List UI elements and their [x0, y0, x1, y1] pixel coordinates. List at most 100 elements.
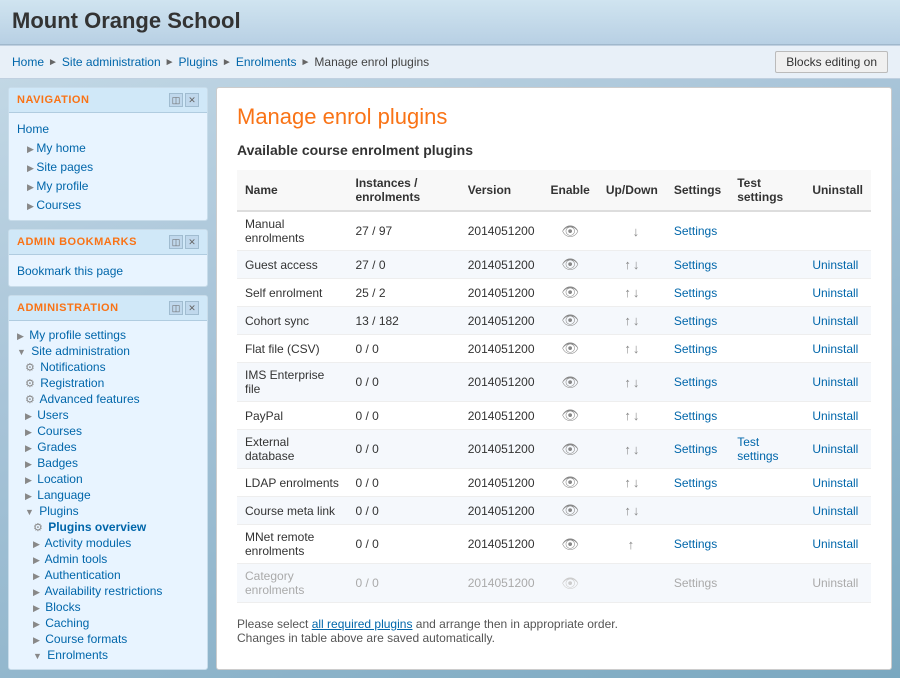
plugin-enable[interactable]: 👁: [543, 307, 598, 335]
up-arrow-button[interactable]: ↑: [624, 285, 631, 300]
nav-link-courses[interactable]: Courses: [36, 198, 81, 212]
down-arrow-button[interactable]: ↓: [633, 442, 640, 457]
up-arrow-button[interactable]: ↑: [628, 537, 635, 552]
admin-icon2[interactable]: ✕: [185, 301, 199, 315]
admin-link-authentication[interactable]: Authentication: [45, 568, 121, 582]
breadcrumb-site-admin[interactable]: Site administration: [62, 55, 161, 69]
nav-link-myprofile[interactable]: My profile: [36, 179, 88, 193]
down-arrow-button[interactable]: ↓: [633, 313, 640, 328]
plugin-enable[interactable]: 👁: [543, 363, 598, 402]
admin-link-plugins-overview[interactable]: Plugins overview: [48, 520, 146, 534]
eye-icon[interactable]: 👁: [561, 474, 579, 490]
admin-link-badges[interactable]: Badges: [37, 456, 78, 470]
settings-link[interactable]: Settings: [674, 476, 717, 490]
eye-icon[interactable]: 👁: [561, 407, 579, 423]
up-arrow-button[interactable]: ↑: [624, 442, 631, 457]
admin-link-site-admin[interactable]: Site administration: [31, 344, 130, 358]
nav-link-sitepages[interactable]: Site pages: [36, 160, 93, 174]
uninstall-link[interactable]: Uninstall: [812, 314, 858, 328]
bookmarks-icon1[interactable]: ◫: [169, 235, 183, 249]
down-arrow-button[interactable]: ↓: [633, 408, 640, 423]
uninstall-link[interactable]: Uninstall: [812, 258, 858, 272]
down-arrow-button[interactable]: ↓: [633, 341, 640, 356]
breadcrumb-plugins[interactable]: Plugins: [179, 55, 218, 69]
admin-link-registration[interactable]: Registration: [40, 376, 104, 390]
plugin-enable[interactable]: 👁: [543, 525, 598, 564]
nav-block-icon1[interactable]: ◫: [169, 93, 183, 107]
test-settings-link[interactable]: Test settings: [737, 435, 778, 463]
plugin-enable[interactable]: 👁: [543, 335, 598, 363]
admin-link-enrolments[interactable]: Enrolments: [47, 648, 108, 662]
up-arrow-button[interactable]: ↑: [624, 257, 631, 272]
settings-link[interactable]: Settings: [674, 409, 717, 423]
nav-link-home[interactable]: Home: [17, 122, 49, 136]
plugin-enable[interactable]: 👁: [543, 251, 598, 279]
uninstall-link[interactable]: Uninstall: [812, 342, 858, 356]
uninstall-link[interactable]: Uninstall: [812, 504, 858, 518]
eye-icon[interactable]: 👁: [561, 223, 579, 239]
settings-link[interactable]: Settings: [674, 314, 717, 328]
nav-link-myhome[interactable]: My home: [36, 141, 85, 155]
admin-link-course-formats[interactable]: Course formats: [45, 632, 127, 646]
admin-icon1[interactable]: ◫: [169, 301, 183, 315]
uninstall-link[interactable]: Uninstall: [812, 442, 858, 456]
uninstall-link[interactable]: Uninstall: [812, 476, 858, 490]
settings-link[interactable]: Settings: [674, 537, 717, 551]
admin-link-profile-settings[interactable]: My profile settings: [29, 328, 126, 342]
admin-link-users[interactable]: Users: [37, 408, 68, 422]
down-arrow-button[interactable]: ↓: [633, 375, 640, 390]
breadcrumb-home[interactable]: Home: [12, 55, 44, 69]
settings-link[interactable]: Settings: [674, 224, 717, 238]
eye-icon[interactable]: 👁: [561, 312, 579, 328]
down-arrow-button[interactable]: ↓: [633, 224, 640, 239]
up-arrow-button[interactable]: ↑: [624, 503, 631, 518]
settings-link[interactable]: Settings: [674, 286, 717, 300]
plugin-enable[interactable]: 👁: [543, 564, 598, 603]
eye-icon[interactable]: 👁: [561, 284, 579, 300]
plugin-enable[interactable]: 👁: [543, 469, 598, 497]
admin-link-grades[interactable]: Grades: [37, 440, 76, 454]
eye-icon[interactable]: 👁: [561, 340, 579, 356]
up-arrow-button[interactable]: ↑: [624, 475, 631, 490]
plugin-enable[interactable]: 👁: [543, 402, 598, 430]
footer-link[interactable]: all required plugins: [312, 617, 413, 631]
admin-link-availability[interactable]: Availability restrictions: [45, 584, 163, 598]
settings-link[interactable]: Settings: [674, 342, 717, 356]
eye-icon[interactable]: 👁: [561, 374, 579, 390]
admin-link-blocks[interactable]: Blocks: [45, 600, 80, 614]
up-arrow-button[interactable]: ↑: [624, 408, 631, 423]
admin-link-plugins[interactable]: Plugins: [39, 504, 78, 518]
bookmarks-icon2[interactable]: ✕: [185, 235, 199, 249]
admin-link-activity-modules[interactable]: Activity modules: [45, 536, 132, 550]
eye-icon-disabled[interactable]: 👁: [561, 575, 579, 591]
plugin-enable[interactable]: 👁: [543, 430, 598, 469]
plugin-enable[interactable]: 👁: [543, 211, 598, 251]
nav-link-bookmark[interactable]: Bookmark this page: [17, 264, 123, 278]
nav-block-icon2[interactable]: ✕: [185, 93, 199, 107]
admin-link-courses[interactable]: Courses: [37, 424, 82, 438]
admin-link-notifications[interactable]: Notifications: [40, 360, 105, 374]
eye-icon[interactable]: 👁: [561, 256, 579, 272]
down-arrow-button[interactable]: ↓: [633, 475, 640, 490]
uninstall-link[interactable]: Uninstall: [812, 375, 858, 389]
down-arrow-button[interactable]: ↓: [633, 503, 640, 518]
up-arrow-button[interactable]: ↑: [624, 341, 631, 356]
eye-icon[interactable]: 👁: [561, 502, 579, 518]
down-arrow-button[interactable]: ↓: [633, 257, 640, 272]
admin-link-advanced[interactable]: Advanced features: [40, 392, 140, 406]
plugin-enable[interactable]: 👁: [543, 279, 598, 307]
uninstall-link[interactable]: Uninstall: [812, 409, 858, 423]
settings-link[interactable]: Settings: [674, 442, 717, 456]
breadcrumb-enrolments[interactable]: Enrolments: [236, 55, 297, 69]
blocks-editing-button[interactable]: Blocks editing on: [775, 51, 888, 73]
admin-link-admin-tools[interactable]: Admin tools: [45, 552, 108, 566]
uninstall-link[interactable]: Uninstall: [812, 537, 858, 551]
eye-icon[interactable]: 👁: [561, 536, 579, 552]
admin-link-language[interactable]: Language: [37, 488, 90, 502]
eye-icon[interactable]: 👁: [561, 441, 579, 457]
settings-link[interactable]: Settings: [674, 258, 717, 272]
up-arrow-button[interactable]: ↑: [624, 313, 631, 328]
plugin-enable[interactable]: 👁: [543, 497, 598, 525]
up-arrow-button[interactable]: ↑: [624, 375, 631, 390]
admin-link-caching[interactable]: Caching: [45, 616, 89, 630]
